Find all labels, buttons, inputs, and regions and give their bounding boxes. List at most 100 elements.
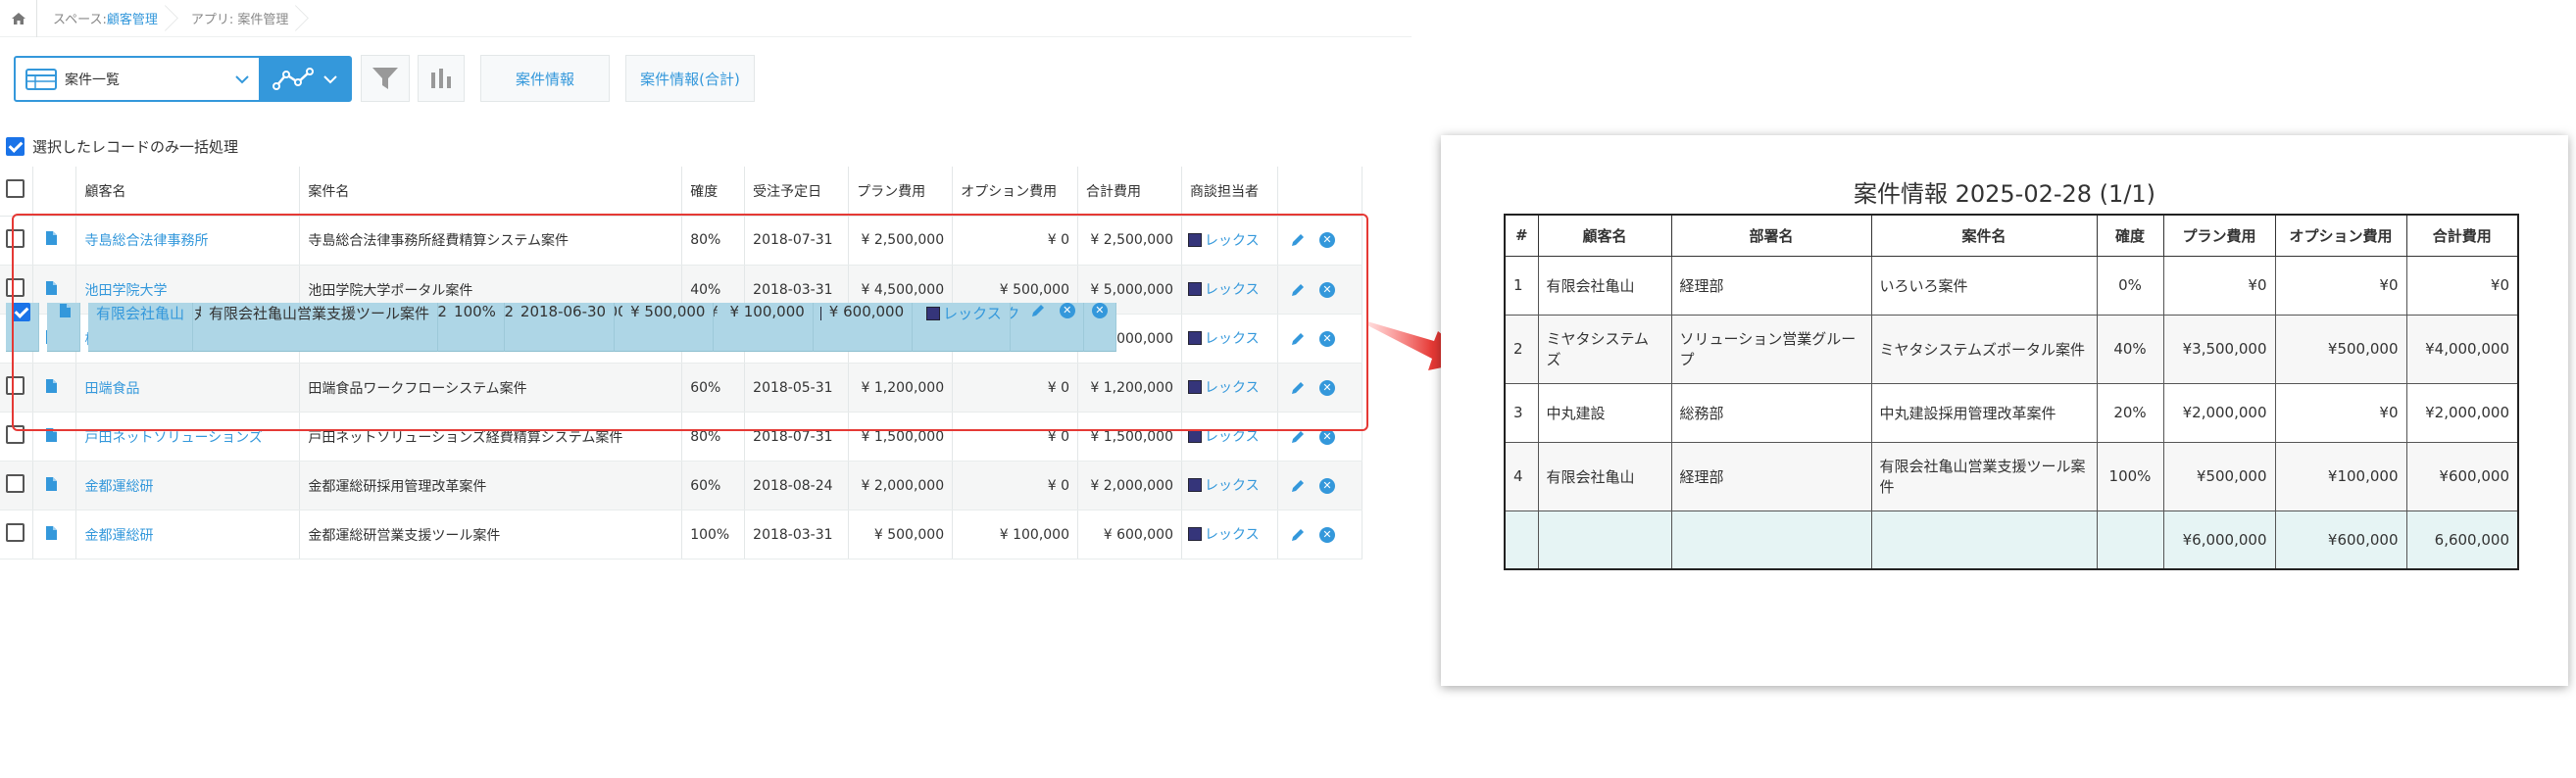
preview-sum-option: ¥600,000 bbox=[2274, 510, 2407, 570]
delete-icon[interactable]: ✕ bbox=[1318, 526, 1335, 543]
customer-link[interactable]: 戸田ネットソリューションズ bbox=[84, 430, 262, 446]
preview-header-project: 案件名 bbox=[1870, 214, 2098, 257]
edit-icon[interactable] bbox=[1290, 527, 1306, 543]
plan-cost-cell: ¥ 2,000,000 bbox=[848, 461, 954, 511]
filter-button[interactable] bbox=[361, 55, 410, 102]
preview-probability: 0% bbox=[2096, 255, 2164, 316]
actions-cell: ✕ bbox=[1277, 461, 1363, 511]
bulk-select-label: 選択したレコードのみ一括処理 bbox=[32, 138, 239, 156]
customer-cell[interactable]: 金都運総研 bbox=[75, 461, 301, 511]
col-header-date[interactable]: 受注予定日 bbox=[744, 167, 850, 217]
preview-customer: 中丸建設 bbox=[1537, 382, 1672, 443]
breadcrumb-space[interactable]: スペース: 顧客管理 bbox=[37, 0, 175, 37]
customer-link[interactable]: 金都運総研 bbox=[84, 479, 153, 495]
row-checkbox-cell[interactable] bbox=[0, 461, 34, 511]
detail-cell[interactable] bbox=[32, 461, 77, 511]
line-graph-icon bbox=[272, 67, 314, 90]
preview-title: 案件情報 2025-02-28 (1/1) bbox=[1853, 180, 2156, 208]
preview-option: ¥100,000 bbox=[2274, 441, 2407, 511]
rep-name: レックス bbox=[1205, 478, 1260, 494]
preview-dept: 総務部 bbox=[1670, 382, 1872, 443]
col-header-plan[interactable]: プラン費用 bbox=[848, 167, 954, 217]
col-header-option[interactable]: オプション費用 bbox=[952, 167, 1079, 217]
edit-icon[interactable] bbox=[1290, 478, 1306, 494]
report-button-2[interactable]: 案件情報(合計) bbox=[625, 55, 755, 102]
view-selector[interactable]: 案件一覧 bbox=[14, 56, 352, 102]
report-button-1[interactable]: 案件情報 bbox=[480, 55, 610, 102]
user-avatar-icon bbox=[1188, 429, 1202, 443]
preview-total-empty bbox=[1870, 510, 2098, 570]
home-icon[interactable] bbox=[0, 0, 37, 37]
preview-option: ¥0 bbox=[2274, 255, 2407, 316]
rep-user[interactable]: レックス bbox=[1188, 475, 1260, 495]
breadcrumb: スペース: 顧客管理 アプリ: 案件管理 bbox=[0, 0, 1412, 37]
actions-header bbox=[1277, 167, 1363, 217]
bulk-select-checkbox[interactable] bbox=[6, 137, 25, 156]
preview-row: 2 ミヤタシステムズ ソリューション営業グループ ミヤタシステムズポータル案件 40% ¥… bbox=[1504, 314, 2519, 384]
preview-sum-plan: ¥6,000,000 bbox=[2162, 510, 2276, 570]
table-view-icon bbox=[25, 68, 57, 90]
preview-total-empty bbox=[1670, 510, 1872, 570]
probability-cell: 60% bbox=[681, 461, 746, 511]
bar-chart-icon bbox=[431, 69, 451, 88]
preview-dept: 経理部 bbox=[1670, 441, 1872, 511]
document-icon[interactable] bbox=[45, 476, 58, 492]
document-icon[interactable] bbox=[45, 525, 58, 541]
preview-header-dept: 部署名 bbox=[1670, 214, 1872, 257]
preview-no: 1 bbox=[1504, 255, 1539, 316]
breadcrumb-space-label: スペース: bbox=[53, 13, 107, 27]
plan-cost-cell: ¥ 500,000 bbox=[848, 510, 954, 559]
customer-cell[interactable]: 金都運総研 bbox=[75, 510, 301, 559]
preview-sum-total: 6,600,000 bbox=[2405, 510, 2519, 570]
col-header-probability[interactable]: 確度 bbox=[681, 167, 746, 217]
bulk-select[interactable]: 選択したレコードのみ一括処理 bbox=[6, 136, 238, 157]
select-all-cell[interactable] bbox=[0, 167, 34, 217]
row-checkbox[interactable] bbox=[6, 523, 25, 542]
graph-button[interactable] bbox=[418, 55, 465, 102]
chevron-down-icon bbox=[235, 74, 249, 83]
preview-total: ¥600,000 bbox=[2405, 441, 2519, 511]
probability-cell: 100% bbox=[681, 510, 746, 559]
selection-highlight bbox=[12, 214, 1368, 431]
rep-cell[interactable]: レックス bbox=[1181, 510, 1278, 559]
row-checkbox[interactable] bbox=[6, 474, 25, 493]
project-cell: 金都運総研営業支援ツール案件 bbox=[299, 510, 683, 559]
preview-plan: ¥500,000 bbox=[2162, 441, 2276, 511]
col-header-project[interactable]: 案件名 bbox=[299, 167, 683, 217]
preview-header-no: # bbox=[1504, 214, 1539, 257]
preview-row: 3 中丸建設 総務部 中丸建設採用管理改革案件 20% ¥2,000,000 ¥0 ¥2,00… bbox=[1504, 382, 2519, 443]
preview-customer: 有限会社亀山 bbox=[1537, 441, 1672, 511]
project-cell: 金都運総研採用管理改革案件 bbox=[299, 461, 683, 511]
graph-selector[interactable] bbox=[259, 58, 350, 100]
preview-plan: ¥3,500,000 bbox=[2162, 314, 2276, 384]
preview-probability: 100% bbox=[2096, 441, 2164, 511]
user-avatar-icon bbox=[1188, 478, 1202, 492]
breadcrumb-space-link[interactable]: 顧客管理 bbox=[107, 9, 158, 27]
preview-project: 有限会社亀山営業支援ツール案件 bbox=[1870, 441, 2098, 511]
rep-name: レックス bbox=[1205, 527, 1260, 543]
col-header-rep[interactable]: 商談担当者 bbox=[1181, 167, 1278, 217]
row-checkbox-cell[interactable] bbox=[0, 510, 34, 559]
preview-table: # 顧客名 部署名 案件名 確度 プラン費用 オプション費用 合計費用 1 有限会… bbox=[1504, 214, 2519, 570]
rep-user[interactable]: レックス bbox=[1188, 524, 1260, 544]
preview-total: ¥4,000,000 bbox=[2405, 314, 2519, 384]
detail-cell[interactable] bbox=[32, 510, 77, 559]
rep-cell[interactable]: レックス bbox=[1181, 461, 1278, 511]
select-all-checkbox[interactable] bbox=[6, 179, 25, 199]
breadcrumb-app-label: アプリ: 案件管理 bbox=[190, 13, 289, 27]
preview-probability: 40% bbox=[2096, 314, 2164, 384]
view-dropdown[interactable]: 案件一覧 bbox=[16, 58, 259, 100]
preview-total-empty bbox=[1504, 510, 1539, 570]
chevron-down-icon bbox=[322, 74, 337, 83]
col-header-total[interactable]: 合計費用 bbox=[1077, 167, 1182, 217]
preview-no: 4 bbox=[1504, 441, 1539, 511]
date-cell: 2018-03-31 bbox=[744, 510, 850, 559]
delete-icon[interactable]: ✕ bbox=[1318, 477, 1335, 494]
preview-row: 4 有限会社亀山 経理部 有限会社亀山営業支援ツール案件 100% ¥500,000 ¥10… bbox=[1504, 441, 2519, 511]
actions-cell: ✕ bbox=[1277, 510, 1363, 559]
preview-header-customer: 顧客名 bbox=[1537, 214, 1672, 257]
detail-header bbox=[32, 167, 77, 217]
customer-link[interactable]: 金都運総研 bbox=[84, 528, 153, 544]
col-header-customer[interactable]: 顧客名 bbox=[75, 167, 301, 217]
breadcrumb-app: アプリ: 案件管理 bbox=[175, 0, 307, 37]
